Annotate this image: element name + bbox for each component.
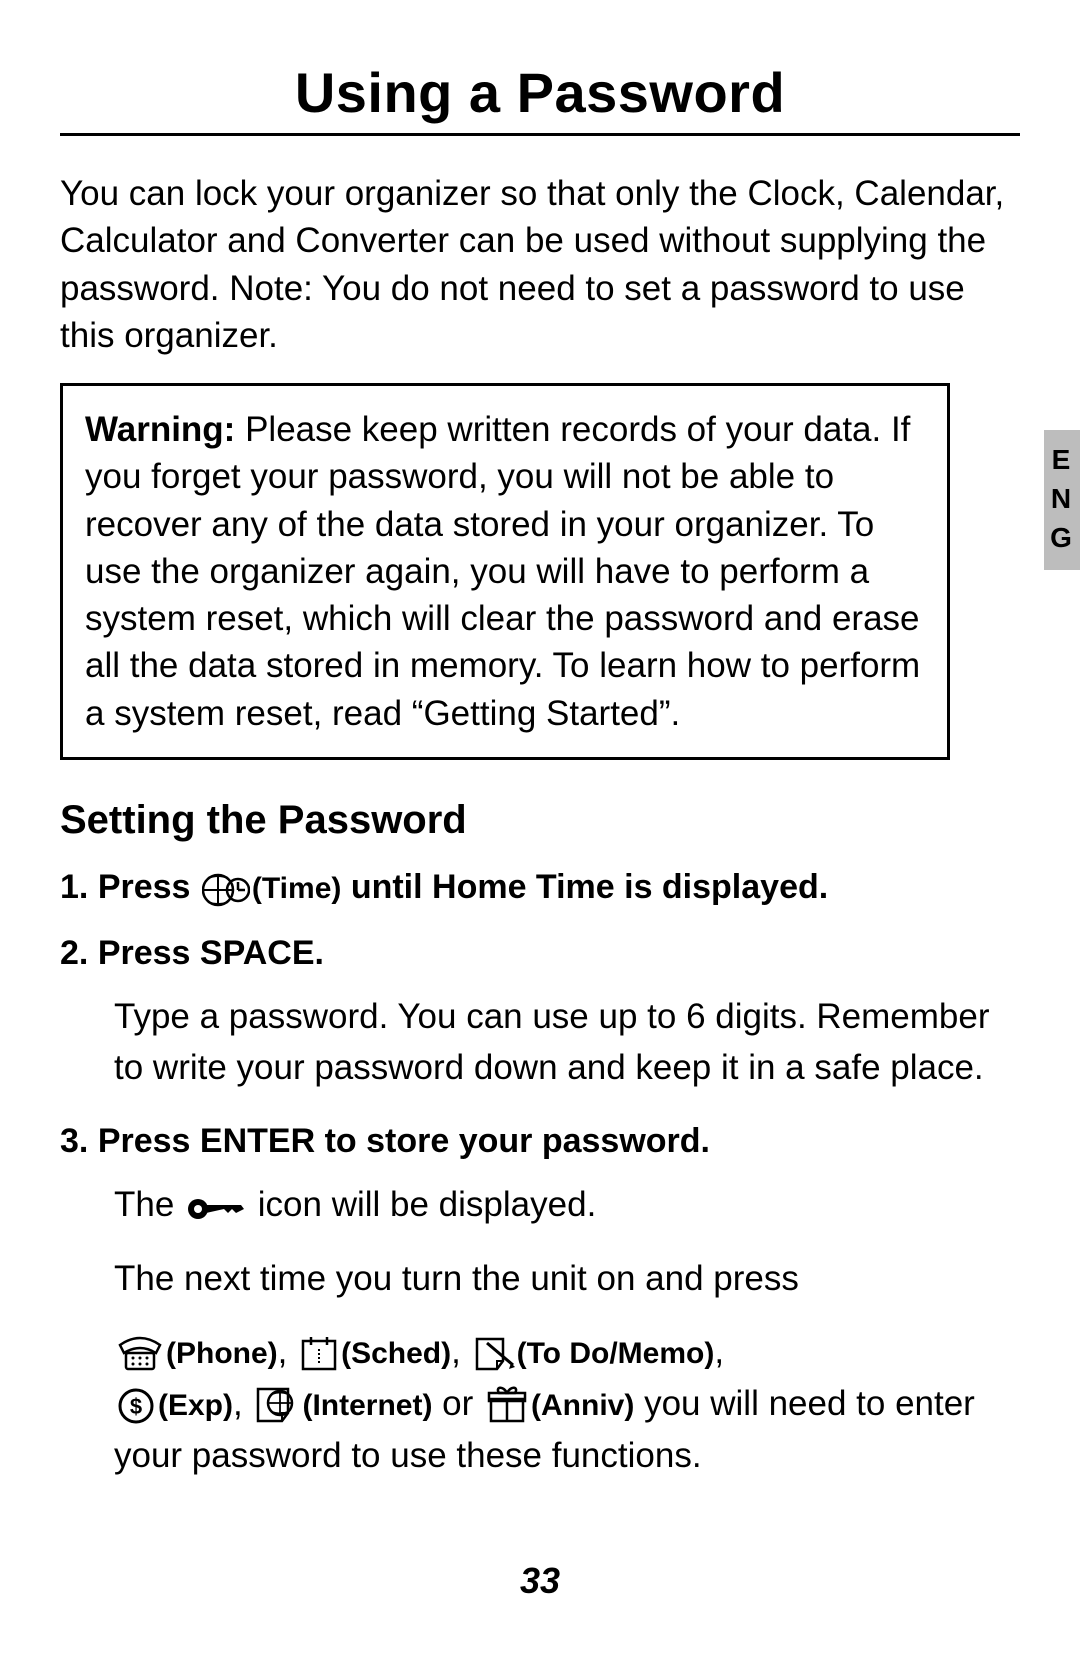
step-3-num: 3. [60,1122,98,1160]
warning-text: Please keep written records of your data… [85,410,920,733]
step-1-text-a: Press [98,868,200,906]
step-3: 3. Press ENTER to store your password. [60,1115,1020,1168]
step-3-body-1b: icon will be displayed. [248,1185,596,1224]
time-icon [202,862,250,915]
step-2: 2. Press SPACE. [60,927,1020,980]
anniv-icon-label: (Anniv) [531,1389,634,1422]
sep-3: , [714,1332,724,1371]
sched-icon-label: (Sched) [341,1337,451,1370]
phone-icon-label: (Phone) [166,1337,278,1370]
step-3-text: Press ENTER to store your password. [98,1122,710,1160]
warning-lead: Warning: [85,410,235,449]
todo-icon [473,1328,515,1379]
page-content: Using a Password You can lock your organ… [0,0,1080,1482]
sep-or: or [432,1384,483,1423]
section-subtitle: Setting the Password [60,798,1020,843]
page-number: 33 [0,1560,1080,1602]
step-3-body-2: The next time you turn the unit on and p… [114,1254,1020,1305]
step-1: 1. Press (Time) until Home Time is displ… [60,861,1020,915]
step-3-body-1: The icon will be displayed. [114,1180,1020,1232]
sep-2: , [451,1332,470,1371]
page-title: Using a Password [60,60,1020,125]
language-tab-text: E N G [1050,444,1074,553]
sched-icon [299,1328,339,1379]
sep-4: , [233,1384,252,1423]
exp-icon-label: (Exp) [158,1389,233,1422]
exp-icon: $ [116,1380,156,1431]
internet-icon [254,1380,300,1431]
step-2-text: Press SPACE. [98,934,324,972]
step-2-body: Type a password. You can use up to 6 dig… [114,992,1020,1094]
todo-icon-label: (To Do/Memo) [517,1337,715,1370]
sep-1: , [278,1332,297,1371]
key-icon [186,1181,246,1232]
step-3-icons-line: (Phone), (Sched), (To Do/Memo), $ [114,1327,1020,1482]
svg-text:$: $ [130,1394,142,1419]
step-2-num: 2. [60,934,98,972]
language-tab: E N G [1044,430,1080,570]
step-1-num: 1. [60,868,98,906]
step-3-body-1a: The [114,1185,184,1224]
anniv-icon [485,1380,529,1431]
title-rule [60,133,1020,136]
warning-box: Warning: Please keep written records of … [60,383,950,760]
phone-icon [116,1328,164,1379]
internet-icon-label: (Internet) [302,1389,432,1422]
time-icon-label: (Time) [252,872,341,905]
step-1-text-b: until Home Time is displayed. [341,868,828,906]
intro-paragraph: You can lock your organizer so that only… [60,170,1020,359]
